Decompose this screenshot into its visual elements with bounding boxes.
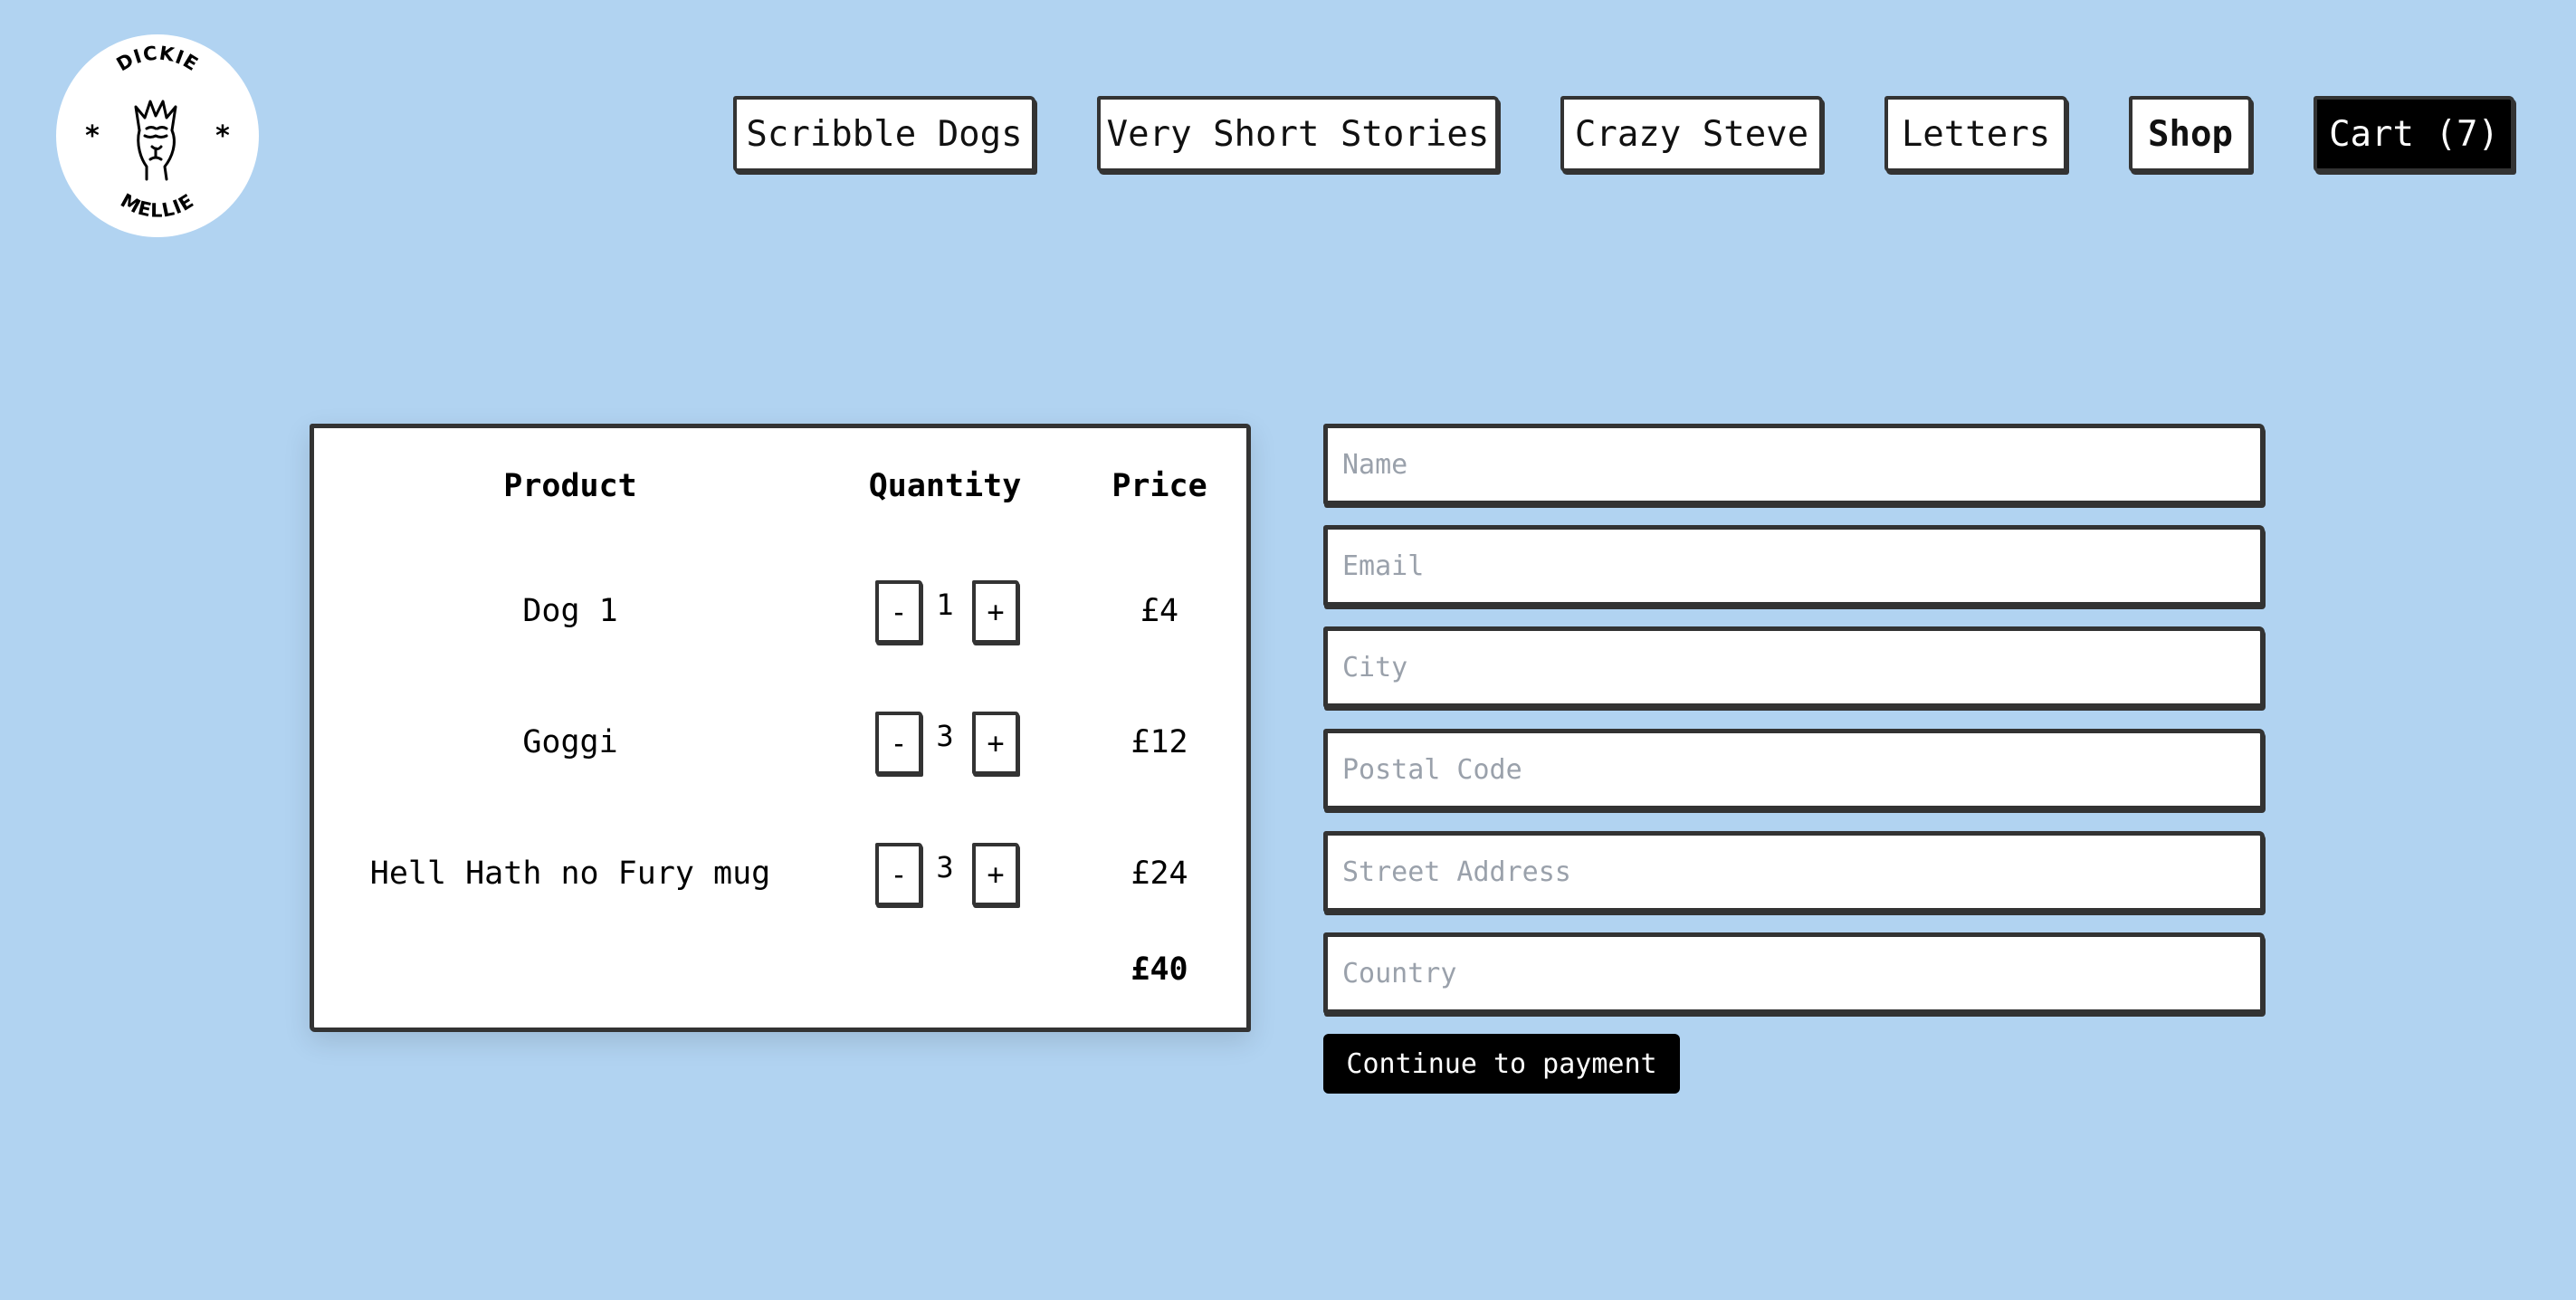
- header-quantity: Quantity: [868, 468, 1022, 504]
- logo-top-text: DICKIE: [113, 43, 202, 76]
- site-logo[interactable]: DICKIE MELLIE * *: [56, 34, 259, 237]
- decrement-button[interactable]: -: [875, 580, 922, 644]
- svg-text:MELLIE: MELLIE: [117, 189, 198, 221]
- decrement-button[interactable]: -: [875, 712, 922, 775]
- name-field[interactable]: [1323, 424, 2265, 505]
- cart-table: Product Quantity Price Dog 1 - 1 + £4 Go…: [310, 424, 1251, 1032]
- cart-total: £40: [1131, 951, 1188, 988]
- city-field[interactable]: [1323, 626, 2265, 708]
- continue-to-payment-button[interactable]: Continue to payment: [1323, 1034, 1680, 1094]
- svg-text:DICKIE: DICKIE: [113, 43, 203, 76]
- quantity-value: 3: [936, 719, 954, 753]
- nav-scribble-dogs[interactable]: Scribble Dogs: [733, 96, 1035, 172]
- svg-text:*: *: [215, 120, 230, 152]
- header-price: Price: [1111, 468, 1207, 504]
- logo-dog-icon: DICKIE MELLIE * *: [85, 43, 230, 222]
- row-price: £12: [1131, 724, 1188, 760]
- postal-code-field[interactable]: [1323, 729, 2265, 810]
- cart-button[interactable]: Cart (7): [2314, 96, 2514, 172]
- row-price: £24: [1131, 856, 1188, 892]
- row-product-name: Dog 1: [522, 593, 618, 629]
- row-price: £4: [1140, 593, 1179, 629]
- header-product: Product: [503, 468, 637, 504]
- logo-bottom-text: MELLIE: [117, 189, 197, 221]
- nav-crazy-steve[interactable]: Crazy Steve: [1560, 96, 1823, 172]
- svg-text:*: *: [85, 120, 100, 152]
- increment-button[interactable]: +: [972, 843, 1019, 906]
- decrement-button[interactable]: -: [875, 843, 922, 906]
- nav-shop[interactable]: Shop: [2129, 96, 2252, 172]
- row-product-name: Hell Hath no Fury mug: [369, 856, 771, 892]
- increment-button[interactable]: +: [972, 580, 1019, 644]
- email-field[interactable]: [1323, 525, 2265, 607]
- country-field[interactable]: [1323, 932, 2265, 1014]
- quantity-value: 1: [936, 588, 954, 622]
- nav-letters[interactable]: Letters: [1884, 96, 2067, 172]
- increment-button[interactable]: +: [972, 712, 1019, 775]
- quantity-value: 3: [936, 850, 954, 884]
- row-product-name: Goggi: [522, 724, 618, 760]
- nav-very-short-stories[interactable]: Very Short Stories: [1097, 96, 1499, 172]
- street-address-field[interactable]: [1323, 831, 2265, 913]
